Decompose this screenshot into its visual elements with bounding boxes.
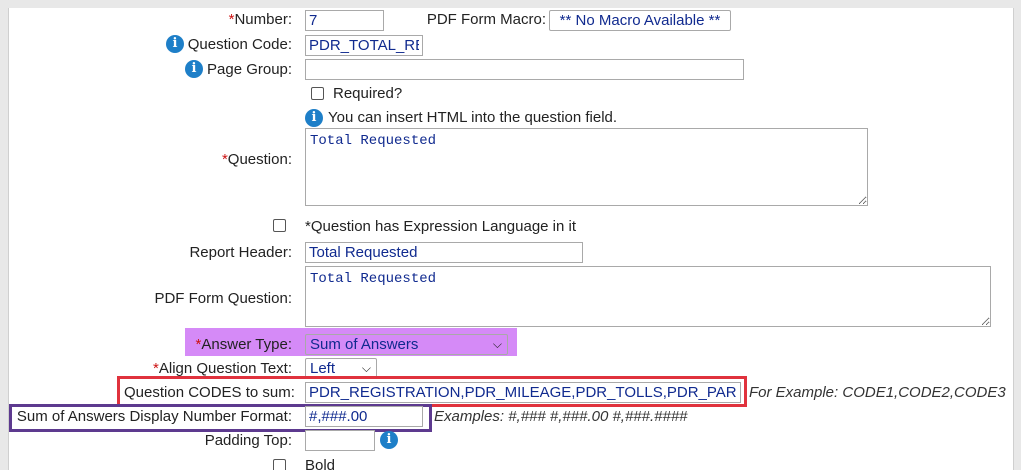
info-icon[interactable]: i: [305, 109, 323, 127]
page-group-input[interactable]: [305, 59, 744, 80]
bold-checkbox[interactable]: [273, 459, 286, 470]
question-textarea[interactable]: Total Requested: [305, 128, 868, 206]
format-example-text: Examples: #,### #,###.00 #,###.####: [434, 408, 688, 425]
html-hint-text: You can insert HTML into the question fi…: [328, 109, 618, 126]
answer-type-label: *Answer Type:: [195, 336, 292, 353]
answer-type-select[interactable]: Sum of Answers ⌵: [305, 334, 508, 355]
report-header-label: Report Header:: [189, 244, 292, 261]
chevron-down-icon: ⌵: [492, 337, 502, 351]
required-checkbox[interactable]: [311, 87, 324, 100]
padding-top-label: Padding Top:: [204, 432, 292, 449]
codes-example-text: For Example: CODE1,CODE2,CODE3: [749, 384, 1006, 401]
bold-label: Bold: [305, 457, 336, 470]
question-label: *Question:: [221, 151, 292, 168]
info-icon[interactable]: i: [380, 431, 398, 449]
info-icon[interactable]: i: [185, 60, 203, 78]
pdf-form-question-label: PDF Form Question:: [154, 290, 292, 307]
number-label: *Number:: [228, 11, 292, 28]
page-group-label: Page Group:: [207, 61, 293, 78]
display-number-format-input[interactable]: [305, 406, 423, 427]
pdf-form-macro-label: PDF Form Macro:: [426, 11, 546, 28]
pdf-form-question-textarea[interactable]: Total Requested: [305, 266, 991, 327]
question-code-label: Question Code:: [187, 36, 292, 53]
report-header-input[interactable]: [305, 242, 583, 263]
number-input[interactable]: [305, 10, 384, 31]
question-codes-input[interactable]: [305, 382, 741, 403]
question-form-panel: *Number: PDF Form Macro: ** No Macro Ava…: [8, 8, 1014, 470]
required-label: Required?: [333, 85, 403, 102]
question-codes-label: Question CODES to sum:: [124, 384, 295, 401]
expression-language-label: *Question has Expression Language in it: [305, 218, 577, 235]
info-icon[interactable]: i: [166, 35, 184, 53]
pdf-form-macro-value[interactable]: ** No Macro Available **: [549, 10, 731, 31]
display-number-format-label: Sum of Answers Display Number Format:: [16, 408, 292, 425]
question-code-input[interactable]: [305, 35, 423, 56]
expression-language-checkbox[interactable]: [273, 219, 286, 232]
padding-top-input[interactable]: [305, 430, 375, 451]
